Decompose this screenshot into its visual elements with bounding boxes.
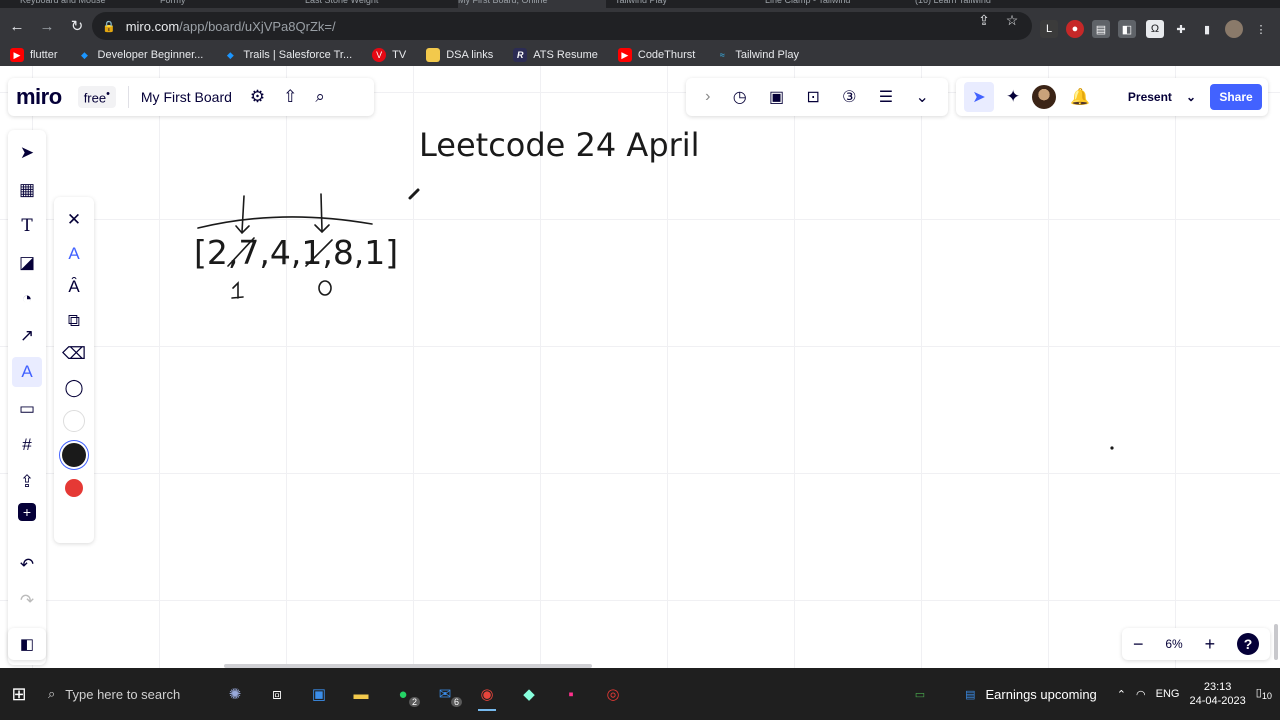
battery-icon[interactable]: ▭ xyxy=(915,688,925,701)
chevron-up-icon[interactable]: ⌃ xyxy=(1117,688,1126,701)
pen-stroke-digit-0 xyxy=(318,280,332,296)
pen-stroke-digit-1 xyxy=(231,281,244,299)
pen-stroke-arrow-right xyxy=(320,193,323,232)
zoom-out-icon[interactable]: − xyxy=(1133,634,1144,655)
user-avatar[interactable] xyxy=(1032,85,1057,109)
frame-icon[interactable]: # xyxy=(12,430,42,460)
collaborators-bar: ➤ ✦ 🔔 Present ⌄ Share xyxy=(956,78,1268,116)
task-view-icon[interactable]: ⧈ xyxy=(258,675,296,713)
text-tool-icon[interactable]: T xyxy=(12,211,42,241)
share-button[interactable]: Share xyxy=(1210,84,1262,110)
chevron-right-icon[interactable]: › xyxy=(705,88,710,106)
screen-recorder-icon[interactable]: ◎ xyxy=(594,675,632,713)
smart-drawing-icon[interactable]: ⧉ xyxy=(59,306,89,336)
more-apps-plus-icon[interactable]: + xyxy=(18,503,36,521)
upload-icon[interactable]: ⇪ xyxy=(12,467,42,497)
color-red-swatch[interactable] xyxy=(59,473,89,503)
screen-share-icon[interactable]: ⊡ xyxy=(806,87,819,107)
select-arrow-icon[interactable]: ➤ xyxy=(12,138,42,168)
zoom-level[interactable]: 6% xyxy=(1165,637,1182,651)
timer-icon[interactable]: ◷ xyxy=(733,87,747,107)
zoom-in-icon[interactable]: + xyxy=(1205,634,1216,655)
close-icon[interactable]: ✕ xyxy=(59,205,89,235)
clock[interactable]: 23:13 24-04-2023 xyxy=(1189,680,1245,708)
help-button[interactable]: ? xyxy=(1237,633,1260,655)
swatch-black xyxy=(62,442,86,467)
notepad-icon[interactable]: ◆ xyxy=(510,675,548,713)
plan-badge[interactable]: free• xyxy=(77,86,116,108)
search-icon[interactable]: ⌕ xyxy=(315,87,325,107)
left-creation-toolbar: ➤ ▦ T ◪ ◔ ↗ A ▭ # ⇪ + ↶ ↷ xyxy=(8,130,46,665)
connection-line-icon[interactable]: ↗ xyxy=(12,321,42,351)
pen-tool-icon[interactable]: A xyxy=(12,357,42,387)
pen-icon[interactable]: A xyxy=(59,239,89,269)
jellyfish-icon[interactable]: ✺ xyxy=(216,675,254,713)
vertical-scrollbar[interactable] xyxy=(1274,624,1278,660)
file-explorer-icon[interactable]: ▬ xyxy=(342,675,380,713)
language-indicator[interactable]: ENG xyxy=(1156,688,1180,700)
stray-dot xyxy=(1110,446,1114,450)
eraser-icon[interactable]: ⌫ xyxy=(59,339,89,369)
swatch-red xyxy=(65,479,83,497)
system-tray: ▭ ▤ Earnings upcoming ⌃ ◠ ENG 23:13 24-04… xyxy=(915,668,1272,720)
undo-icon[interactable]: ↶ xyxy=(12,550,42,580)
video-chat-icon[interactable]: ▣ xyxy=(769,87,784,107)
sticky-note-icon[interactable]: ◪ xyxy=(12,248,42,278)
comment-icon[interactable]: ▭ xyxy=(12,394,42,424)
taskbar-search[interactable]: ⌕ Type here to search xyxy=(38,675,214,713)
chevron-double-down-icon[interactable]: ⌄ xyxy=(915,87,928,107)
reactions-confetti-icon[interactable]: ✦ xyxy=(1006,87,1020,107)
present-button[interactable]: Present ⌄ xyxy=(1120,90,1204,104)
intellij-icon[interactable]: ▪ xyxy=(552,675,590,713)
handwritten-array[interactable]: [2,7,4,1,8,1] xyxy=(194,233,398,272)
windows-taskbar: ⊞ ⌕ Type here to search ✺ ⧈ ▣ ▬ ● 2 ✉ 6 ◉ ◆… xyxy=(0,668,1280,720)
board-sidebar-toggle-icon[interactable]: ◧ xyxy=(8,628,46,660)
voting-icon[interactable]: ③ xyxy=(842,87,856,107)
lasso-icon[interactable]: ◯ xyxy=(59,373,89,403)
pen-stroke-arrow-left xyxy=(241,195,245,233)
divider xyxy=(127,86,129,108)
templates-icon[interactable]: ▦ xyxy=(12,175,42,205)
windows-start-icon[interactable]: ⊞ xyxy=(0,675,38,713)
color-white-swatch[interactable] xyxy=(59,406,89,436)
news-icon[interactable]: ▤ xyxy=(965,688,975,701)
pen-options-panel: ✕ A Ȃ ⧉ ⌫ ◯ xyxy=(54,197,94,543)
board-name[interactable]: My First Board xyxy=(141,89,232,105)
notes-list-icon[interactable]: ☰ xyxy=(879,87,893,107)
board-top-bar: miro free• My First Board ⚙ ⇧ ⌕ xyxy=(8,78,374,116)
shapes-icon[interactable]: ◔ xyxy=(12,284,42,314)
wifi-icon[interactable]: ◠ xyxy=(1136,688,1146,701)
whatsapp-icon[interactable]: ● 2 xyxy=(384,675,422,713)
collaboration-tools-bar: › ◷ ▣ ⊡ ③ ☰ ⌄ xyxy=(686,78,948,116)
cursor-tool-icon[interactable]: ➤ xyxy=(964,82,994,112)
highlighter-icon[interactable]: Ȃ xyxy=(59,272,89,302)
redo-icon[interactable]: ↷ xyxy=(12,586,42,616)
settings-gear-icon[interactable]: ⚙ xyxy=(250,87,265,107)
search-icon: ⌕ xyxy=(48,686,56,701)
swatch-white xyxy=(63,410,85,432)
notifications-bell-icon[interactable]: 🔔 xyxy=(1070,87,1090,107)
notification-center-icon[interactable]: ▯10 xyxy=(1256,686,1272,701)
store-icon[interactable]: ▣ xyxy=(300,675,338,713)
pen-stroke-curve xyxy=(197,216,373,229)
zoom-controls: − 6% + ? xyxy=(1122,628,1270,660)
miro-logo[interactable]: miro xyxy=(16,84,62,110)
pen-cursor-mark xyxy=(408,188,420,200)
mail-icon[interactable]: ✉ 6 xyxy=(426,675,464,713)
color-black-swatch[interactable] xyxy=(59,440,89,470)
chrome-icon[interactable]: ◉ xyxy=(468,675,506,713)
weather-widget[interactable]: Earnings upcoming xyxy=(986,687,1097,702)
export-upload-icon[interactable]: ⇧ xyxy=(283,87,297,107)
chevron-down-icon[interactable]: ⌄ xyxy=(1186,90,1196,104)
